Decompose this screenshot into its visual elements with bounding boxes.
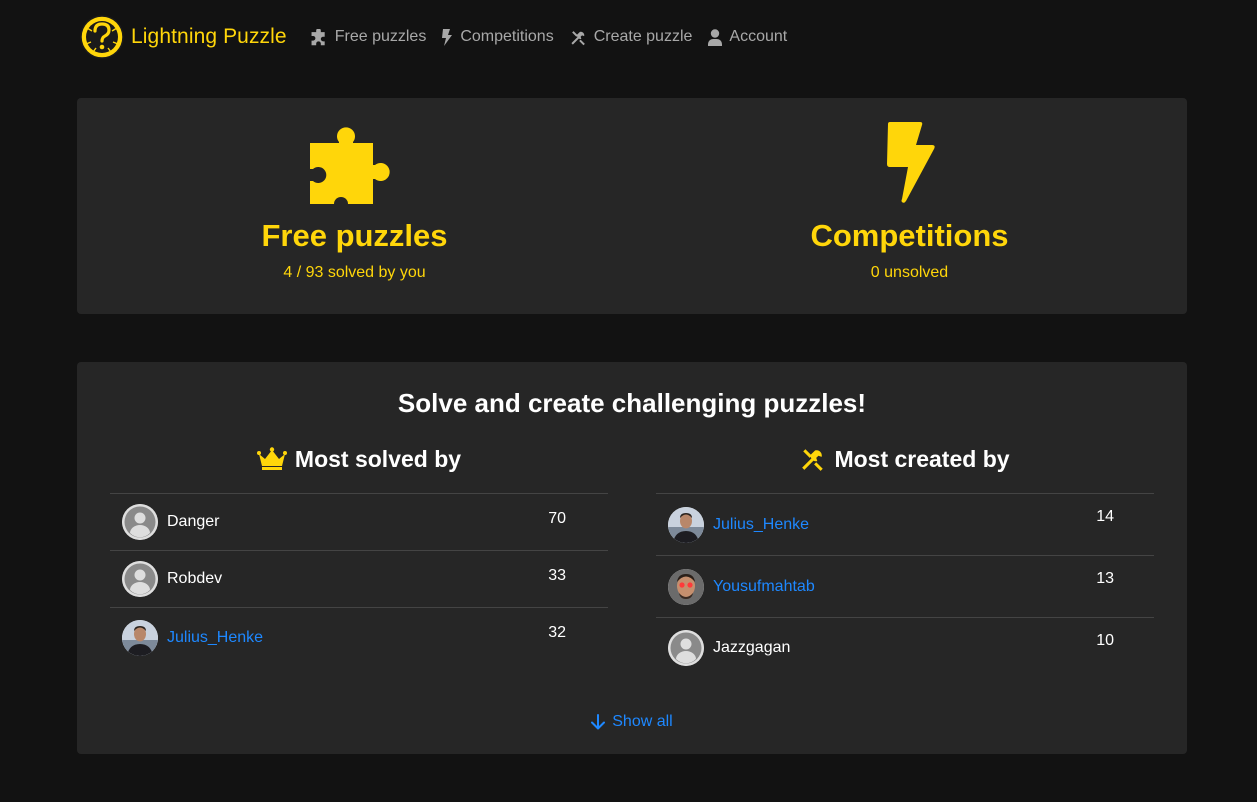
leaderboard-row: Robdev 33 <box>110 551 608 608</box>
logo-icon <box>80 15 124 59</box>
arrow-down-icon <box>591 714 606 730</box>
brand-link[interactable]: Lightning Puzzle <box>79 14 287 60</box>
leaderboard-title: Solve and create challenging puzzles! <box>397 388 867 418</box>
username-link[interactable]: Yousufmahtab <box>713 578 815 596</box>
username: Robdev <box>167 570 223 587</box>
avatar[interactable] <box>122 620 158 656</box>
avatar <box>122 504 158 540</box>
created-count: 14 <box>1096 508 1114 525</box>
nav-label: Account <box>729 28 788 45</box>
solved-count: 33 <box>548 567 566 584</box>
crown-icon <box>256 447 287 470</box>
feature-title: Free puzzles <box>261 218 448 253</box>
username: Jazzgagan <box>713 639 791 656</box>
bolt-icon <box>442 28 453 46</box>
created-count: 10 <box>1096 632 1114 649</box>
most-solved-list: Danger 70 Robdev 33 Julius_Henke 32 <box>110 493 608 668</box>
tools-icon <box>571 30 585 45</box>
feature-subtitle: 4 / 93 solved by you <box>283 264 426 281</box>
leaderboard-row: Julius_Henke 14 <box>656 494 1154 556</box>
nav-create-puzzle[interactable]: Create puzzle <box>570 28 693 46</box>
most-solved-heading: Most solved by <box>110 444 608 474</box>
competitions-tile[interactable]: Competitions 0 unsolved <box>632 98 1187 314</box>
free-puzzles-tile[interactable]: Free puzzles 4 / 93 solved by you <box>77 98 632 314</box>
leaderboard-row: Julius_Henke 32 <box>110 608 608 668</box>
avatar <box>122 561 158 597</box>
nav-competitions[interactable]: Competitions <box>442 28 554 46</box>
nav-free-puzzles[interactable]: Free puzzles <box>309 28 427 46</box>
nav-label: Free puzzles <box>334 28 427 45</box>
username: Danger <box>167 513 220 530</box>
nav-label: Competitions <box>460 28 554 45</box>
heading-label: Most created by <box>834 445 1010 472</box>
leaderboard-row: Jazzgagan 10 <box>656 618 1154 678</box>
user-photo-icon <box>122 620 158 656</box>
avatar[interactable] <box>668 568 704 605</box>
most-solved-column: Most solved by Danger 70 Robdev 33 Juliu… <box>110 444 608 668</box>
feature-icon-wrap <box>309 122 401 204</box>
avatar <box>668 630 704 666</box>
puzzle-icon <box>311 28 325 45</box>
top-navbar: Lightning Puzzle Free puzzles Competitio… <box>79 14 803 60</box>
show-all-label: Show all <box>612 713 673 730</box>
avatar[interactable] <box>668 506 704 543</box>
default-avatar-icon <box>668 630 704 666</box>
heading-label: Most solved by <box>294 445 462 472</box>
user-photo-icon <box>668 568 704 605</box>
user-icon <box>708 28 723 46</box>
feature-title: Competitions <box>810 218 1009 253</box>
leaderboard-row: Yousufmahtab 13 <box>656 556 1154 618</box>
features-card: Free puzzles 4 / 93 solved by you Compet… <box>77 98 1187 314</box>
leaderboard-row: Danger 70 <box>110 494 608 551</box>
most-created-heading: Most created by <box>656 444 1154 474</box>
brand-name: Lightning Puzzle <box>131 25 287 48</box>
solved-count: 70 <box>548 510 566 527</box>
show-all-link[interactable]: Show all <box>77 713 1187 731</box>
username-link[interactable]: Julius_Henke <box>167 629 263 647</box>
feature-icon-wrap <box>884 122 936 204</box>
default-avatar-icon <box>122 561 158 597</box>
nav-account[interactable]: Account <box>708 28 787 46</box>
default-avatar-icon <box>122 504 158 540</box>
leaderboard-card: Solve and create challenging puzzles! Mo… <box>77 362 1187 754</box>
most-created-list: Julius_Henke 14 Yousufmahtab 13 Jazzgaga… <box>656 493 1154 678</box>
tools-icon <box>802 449 824 471</box>
user-photo-icon <box>668 506 704 543</box>
created-count: 13 <box>1096 570 1114 587</box>
solved-count: 32 <box>548 624 566 641</box>
nav-label: Create puzzle <box>593 28 693 45</box>
feature-subtitle: 0 unsolved <box>870 264 949 281</box>
puzzle-icon <box>309 127 390 204</box>
username-link[interactable]: Julius_Henke <box>713 516 809 534</box>
bolt-icon <box>886 122 935 203</box>
most-created-column: Most created by Julius_Henke 14 Yousufma… <box>656 444 1154 678</box>
